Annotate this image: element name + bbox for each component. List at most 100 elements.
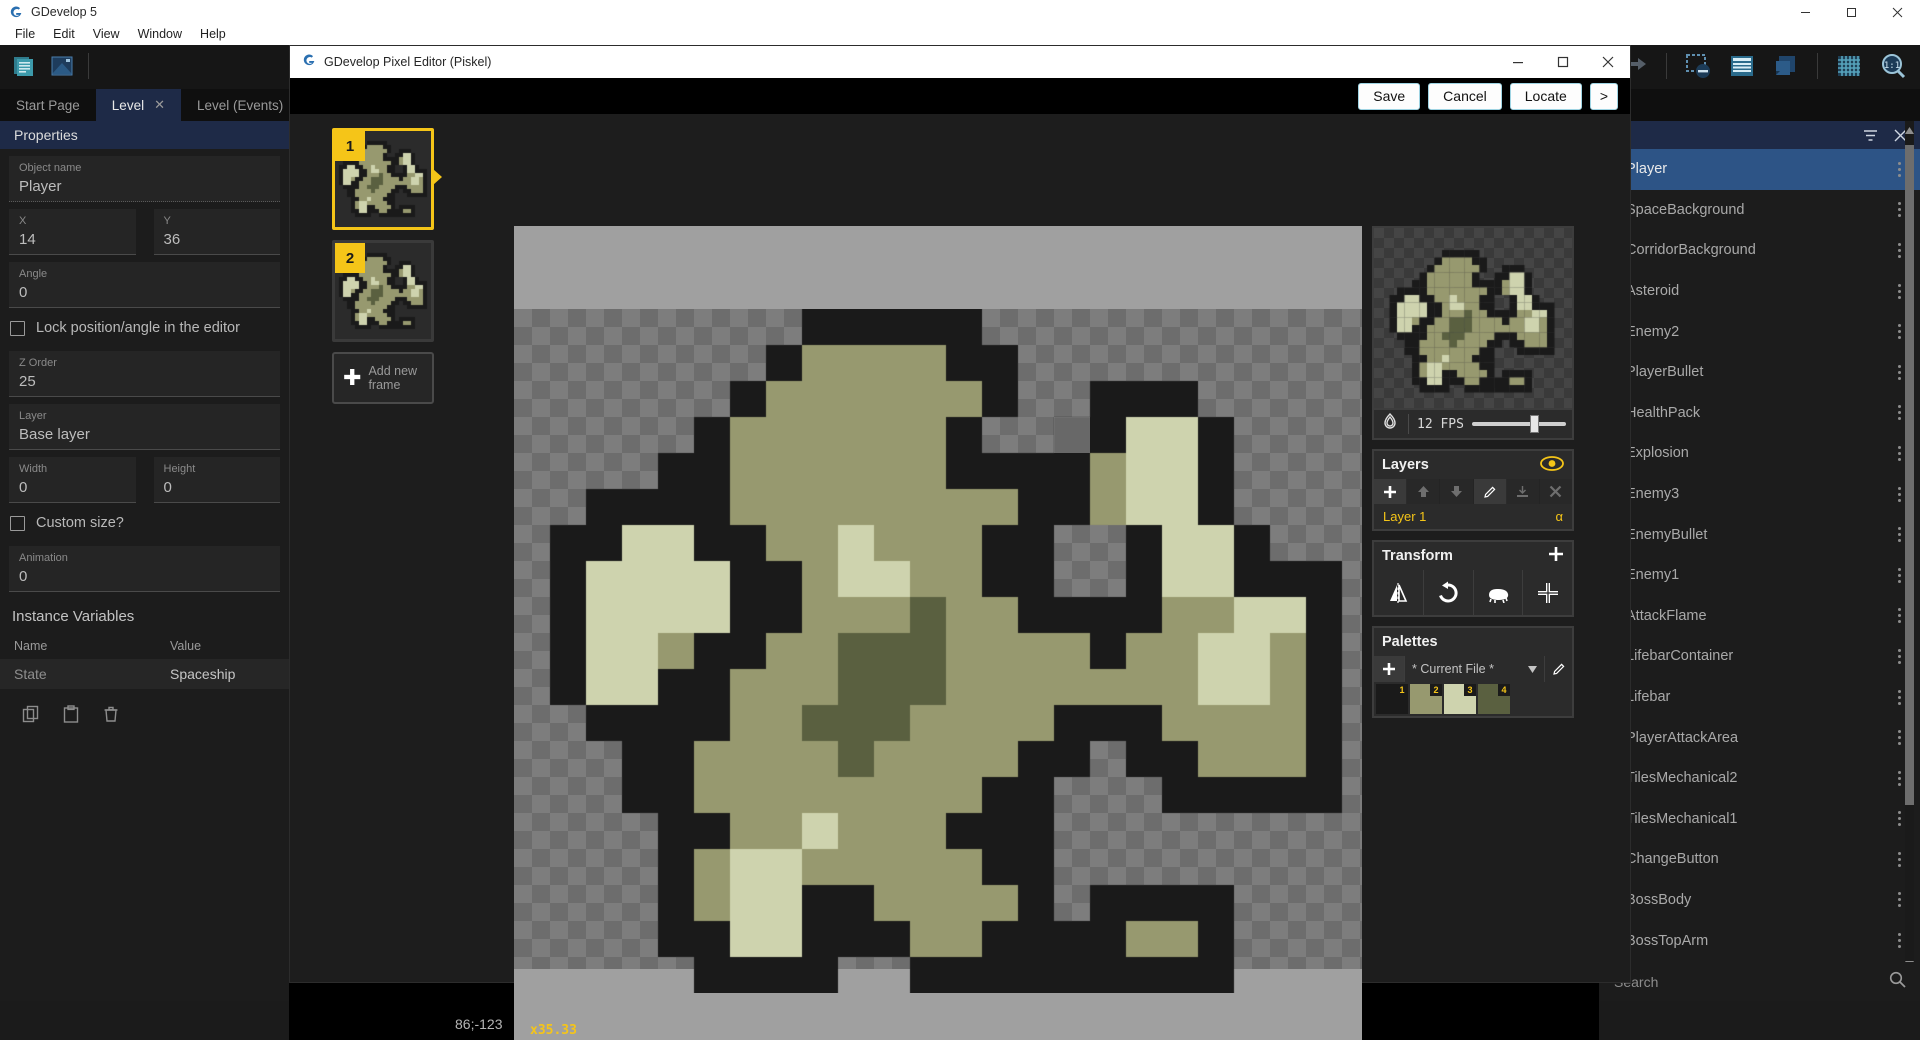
more-options-icon[interactable] — [1892, 811, 1906, 827]
close-icon[interactable] — [1874, 0, 1920, 24]
object-list-item[interactable]: LifebarContainer — [1600, 636, 1920, 677]
center-icon[interactable] — [1523, 570, 1572, 615]
scroll-up-icon[interactable] — [1905, 123, 1914, 137]
layers-icon[interactable] — [1769, 49, 1803, 83]
zoom-1to1-icon[interactable]: 1:1 — [1876, 49, 1910, 83]
paste-icon[interactable] — [62, 705, 80, 728]
table-row[interactable]: State Spaceship — [0, 659, 289, 689]
menu-help[interactable]: Help — [191, 24, 235, 45]
palette-color-swatch[interactable]: 1 — [1376, 684, 1408, 714]
more-options-icon[interactable] — [1892, 486, 1906, 502]
more-options-icon[interactable] — [1892, 730, 1906, 746]
more-options-icon[interactable] — [1892, 567, 1906, 583]
object-list-item[interactable]: BossTopArm — [1600, 920, 1920, 961]
palette-color-swatch[interactable]: 3 — [1444, 684, 1476, 714]
palette-color-swatch[interactable]: 2 — [1410, 684, 1442, 714]
fps-slider[interactable] — [1471, 415, 1566, 433]
more-options-icon[interactable] — [1892, 892, 1906, 908]
eye-icon[interactable] — [1540, 455, 1564, 475]
tab-level[interactable]: Level ✕ — [95, 89, 181, 121]
no-selection-icon[interactable] — [1681, 49, 1715, 83]
more-options-icon[interactable] — [1892, 608, 1906, 624]
more-options-icon[interactable] — [1892, 770, 1906, 786]
close-icon[interactable]: ✕ — [154, 97, 165, 113]
minimize-icon[interactable] — [1782, 0, 1828, 24]
move-layer-down-icon[interactable] — [1440, 479, 1474, 504]
custom-size-checkbox-row[interactable]: Custom size? — [0, 503, 289, 539]
merge-layer-icon[interactable] — [1506, 479, 1540, 504]
locate-button[interactable]: Locate — [1509, 82, 1582, 110]
more-options-icon[interactable] — [1892, 161, 1906, 177]
maximize-icon[interactable] — [1540, 46, 1585, 78]
add-new-frame-button[interactable]: ✚ Add new frame — [332, 352, 434, 404]
fps-slider-knob[interactable] — [1530, 415, 1540, 433]
minimize-icon[interactable] — [1495, 46, 1540, 78]
more-options-icon[interactable] — [1892, 851, 1906, 867]
z-order-field[interactable]: Z Order 25 — [9, 351, 280, 397]
copy-icon[interactable] — [22, 705, 40, 728]
palette-color-swatch[interactable]: 4 — [1478, 684, 1510, 714]
object-list-item[interactable]: CorridorBackground — [1600, 230, 1920, 271]
pencil-icon[interactable] — [1544, 656, 1572, 682]
more-options-icon[interactable] — [1892, 324, 1906, 340]
object-list-item[interactable]: HealthPack — [1600, 393, 1920, 434]
object-list-item[interactable]: Asteroid — [1600, 271, 1920, 312]
onion-skin-icon[interactable] — [1380, 412, 1400, 437]
object-list-item[interactable]: Explosion — [1600, 433, 1920, 474]
add-palette-icon[interactable] — [1374, 662, 1404, 676]
lock-position-checkbox-row[interactable]: Lock position/angle in the editor — [0, 308, 289, 344]
palette-dropdown[interactable]: * Current File * — [1404, 656, 1544, 682]
checkbox-icon[interactable] — [10, 515, 25, 531]
sprite-pixels[interactable] — [514, 309, 1378, 993]
search-input[interactable]: Search — [1614, 974, 1889, 990]
object-list-item[interactable]: Enemy3 — [1600, 474, 1920, 515]
close-icon[interactable] — [1585, 46, 1630, 78]
height-field[interactable]: Height 0 — [153, 457, 280, 503]
delete-layer-icon[interactable] — [1539, 479, 1573, 504]
object-list-item[interactable]: TilesMechanical2 — [1600, 758, 1920, 799]
more-options-icon[interactable] — [1892, 933, 1906, 949]
menu-edit[interactable]: Edit — [44, 24, 84, 45]
layer-opacity-label[interactable]: α — [1555, 509, 1563, 524]
objects-list[interactable]: Player SpaceBackground CorridorBackground A… — [1600, 149, 1920, 1001]
object-list-item[interactable]: ChangeButton — [1600, 839, 1920, 880]
rotate-icon[interactable] — [1423, 570, 1474, 615]
filter-icon[interactable] — [1862, 127, 1879, 144]
rename-layer-icon[interactable] — [1473, 479, 1507, 504]
frame-thumbnail[interactable]: 2 — [332, 240, 434, 342]
scene-editor-icon[interactable] — [46, 50, 78, 82]
y-field[interactable]: Y 36 — [153, 209, 280, 255]
more-options-icon[interactable] — [1892, 445, 1906, 461]
drawing-canvas[interactable] — [514, 309, 1378, 993]
tab-start-page[interactable]: Start Page — [0, 89, 96, 121]
grid-icon[interactable] — [1832, 49, 1866, 83]
cancel-button[interactable]: Cancel — [1428, 82, 1502, 110]
more-options-icon[interactable] — [1892, 405, 1906, 421]
scrollbar-thumb[interactable] — [1905, 145, 1914, 805]
object-list-item[interactable]: TilesMechanical1 — [1600, 799, 1920, 840]
frame-thumbnail[interactable]: 1 — [332, 128, 442, 230]
more-options-icon[interactable] — [1892, 527, 1906, 543]
object-list-item[interactable]: PlayerAttackArea — [1600, 717, 1920, 758]
objects-search-bar[interactable]: Search — [1600, 962, 1920, 1001]
more-options-icon[interactable] — [1892, 242, 1906, 258]
menu-window[interactable]: Window — [129, 24, 191, 45]
animation-field[interactable]: Animation 0 — [9, 546, 280, 592]
object-list-item[interactable]: AttackFlame — [1600, 596, 1920, 637]
more-button[interactable]: > — [1589, 82, 1618, 110]
search-icon[interactable] — [1889, 971, 1906, 993]
object-list-item[interactable]: Player — [1600, 149, 1920, 190]
delete-icon[interactable] — [102, 705, 120, 728]
more-options-icon[interactable] — [1892, 283, 1906, 299]
angle-field[interactable]: Angle 0 — [9, 262, 280, 308]
animation-preview[interactable] — [1372, 226, 1574, 410]
move-layer-up-icon[interactable] — [1407, 479, 1441, 504]
objects-scrollbar[interactable] — [1905, 121, 1914, 973]
project-manager-icon[interactable] — [8, 50, 40, 82]
menu-file[interactable]: File — [6, 24, 44, 45]
width-field[interactable]: Width 0 — [9, 457, 136, 503]
flip-horizontal-icon[interactable] — [1374, 570, 1424, 615]
layer-field[interactable]: Layer Base layer — [9, 404, 280, 450]
object-list-item[interactable]: SpaceBackground — [1600, 190, 1920, 231]
more-options-icon[interactable] — [1892, 364, 1906, 380]
